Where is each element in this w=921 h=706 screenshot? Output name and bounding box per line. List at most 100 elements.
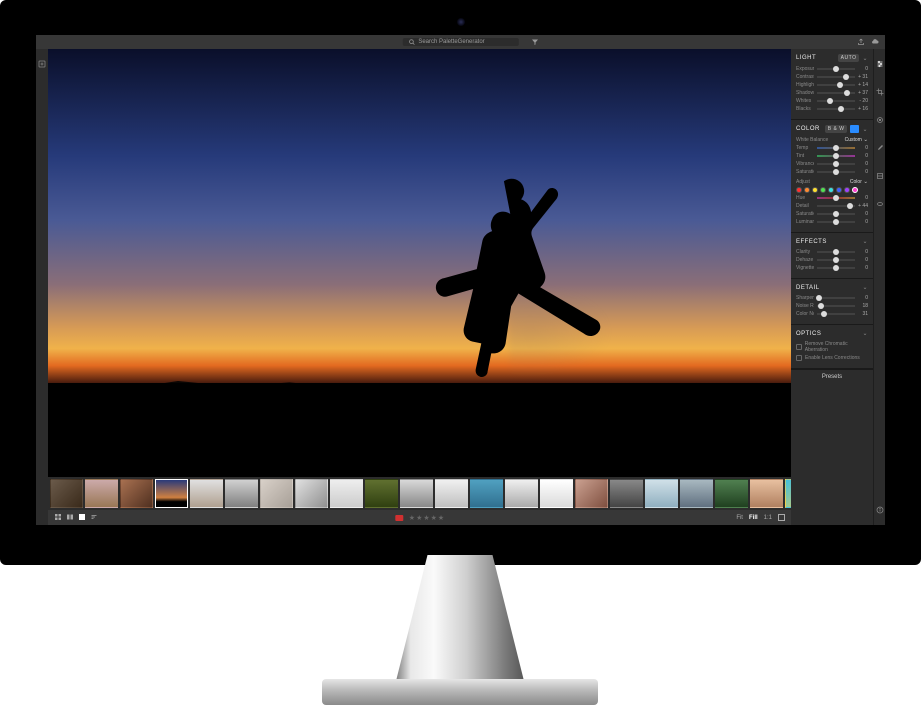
chromatic-aberration-checkbox[interactable]: Remove Chromatic Aberration bbox=[796, 341, 868, 353]
color-slider[interactable]: Tint0 bbox=[796, 153, 868, 159]
filmstrip-thumb[interactable] bbox=[260, 479, 293, 508]
hsl-slider[interactable]: Luminance0 bbox=[796, 219, 868, 225]
filmstrip-thumb[interactable] bbox=[330, 479, 363, 508]
light-slider[interactable]: Whites- 20 bbox=[796, 98, 868, 104]
photo-canvas[interactable] bbox=[48, 49, 791, 477]
filmstrip-thumb[interactable] bbox=[470, 479, 503, 508]
auto-button[interactable]: AUTO bbox=[838, 54, 860, 62]
color-slider[interactable]: Saturation0 bbox=[796, 169, 868, 175]
add-photo-icon[interactable] bbox=[38, 55, 46, 73]
chevron-down-icon[interactable]: ⌄ bbox=[862, 330, 868, 337]
photo-silhouette bbox=[397, 165, 620, 400]
zoom-fill[interactable]: Fill bbox=[749, 515, 758, 521]
star-4[interactable]: ★ bbox=[431, 514, 437, 522]
brush-icon[interactable] bbox=[876, 139, 884, 157]
grid-view-icon[interactable] bbox=[54, 513, 62, 523]
slider-label: Vibrance bbox=[796, 161, 814, 167]
search-input[interactable]: Search PaletteGenerator bbox=[402, 38, 518, 46]
slider-value: 0 bbox=[858, 145, 868, 151]
filmstrip-thumb[interactable] bbox=[120, 479, 153, 508]
chevron-down-icon[interactable]: ⌄ bbox=[862, 55, 868, 62]
detail-slider[interactable]: Noise Reduction18 bbox=[796, 303, 868, 309]
crop-icon[interactable] bbox=[876, 83, 884, 101]
color-swatch[interactable] bbox=[852, 187, 858, 193]
color-swatch[interactable] bbox=[836, 187, 842, 193]
light-slider[interactable]: Contrast+ 31 bbox=[796, 74, 868, 80]
bw-button[interactable]: B & W bbox=[825, 125, 848, 133]
light-slider[interactable]: Exposure0 bbox=[796, 66, 868, 72]
zoom-1-1[interactable]: 1:1 bbox=[764, 515, 772, 521]
cloud-sync-icon[interactable] bbox=[871, 33, 879, 51]
filmstrip-thumb[interactable] bbox=[400, 479, 433, 508]
hsl-slider[interactable]: Detail+ 44 bbox=[796, 203, 868, 209]
color-swatch[interactable] bbox=[804, 187, 810, 193]
color-swatch[interactable] bbox=[828, 187, 834, 193]
filmstrip-thumb[interactable] bbox=[575, 479, 608, 508]
filmstrip-thumb[interactable] bbox=[190, 479, 223, 508]
zoom-fit[interactable]: Fit bbox=[736, 515, 743, 521]
heal-brush-icon[interactable] bbox=[876, 111, 884, 129]
filmstrip-thumb[interactable] bbox=[680, 479, 713, 508]
star-3[interactable]: ★ bbox=[423, 514, 429, 522]
filmstrip-thumb[interactable] bbox=[540, 479, 573, 508]
filmstrip-thumb[interactable] bbox=[155, 479, 188, 508]
sort-icon[interactable] bbox=[90, 513, 98, 523]
share-icon[interactable] bbox=[857, 33, 865, 51]
color-swatch[interactable] bbox=[820, 187, 826, 193]
light-slider[interactable]: Blacks+ 16 bbox=[796, 106, 868, 112]
zoom-frame-icon[interactable] bbox=[778, 514, 785, 521]
radial-gradient-icon[interactable] bbox=[876, 195, 884, 213]
slider-label: Saturation bbox=[796, 169, 814, 175]
light-slider[interactable]: Shadows+ 37 bbox=[796, 90, 868, 96]
lens-corrections-checkbox[interactable]: Enable Lens Corrections bbox=[796, 355, 868, 361]
filmstrip-thumb[interactable] bbox=[645, 479, 678, 508]
effects-slider[interactable]: Vignette0 bbox=[796, 265, 868, 271]
linear-gradient-icon[interactable] bbox=[876, 167, 884, 185]
detail-slider[interactable]: Sharpening0 bbox=[796, 295, 868, 301]
filmstrip-thumb[interactable] bbox=[295, 479, 328, 508]
chevron-down-icon[interactable]: ⌄ bbox=[862, 284, 868, 291]
star-rating[interactable]: ★★★★★ bbox=[409, 514, 444, 522]
color-swatch[interactable] bbox=[844, 187, 850, 193]
color-slider[interactable]: Temp0 bbox=[796, 145, 868, 151]
slider-label: Blacks bbox=[796, 106, 814, 112]
compare-view-icon[interactable] bbox=[66, 513, 74, 523]
checkbox-icon bbox=[796, 355, 802, 361]
filmstrip-thumb[interactable] bbox=[50, 479, 83, 508]
color-slider[interactable]: Vibrance0 bbox=[796, 161, 868, 167]
right-rail bbox=[873, 49, 885, 525]
slider-value: + 44 bbox=[858, 203, 868, 209]
filmstrip[interactable] bbox=[48, 477, 791, 510]
filmstrip-thumb[interactable] bbox=[505, 479, 538, 508]
filmstrip-thumb[interactable] bbox=[435, 479, 468, 508]
filmstrip-thumb[interactable] bbox=[610, 479, 643, 508]
filmstrip-thumb[interactable] bbox=[365, 479, 398, 508]
hsl-slider[interactable]: Saturation0 bbox=[796, 211, 868, 217]
chevron-down-icon[interactable]: ⌄ bbox=[862, 126, 868, 133]
light-slider[interactable]: Highlights+ 14 bbox=[796, 82, 868, 88]
detail-view-icon[interactable] bbox=[78, 513, 86, 523]
filmstrip-thumb[interactable] bbox=[715, 479, 748, 508]
color-mode-indicator[interactable] bbox=[850, 125, 859, 133]
detail-slider[interactable]: Color Noise Reduction31 bbox=[796, 311, 868, 317]
effects-slider[interactable]: Dehaze0 bbox=[796, 257, 868, 263]
edit-sliders-icon[interactable] bbox=[876, 55, 884, 73]
filmstrip-thumb[interactable] bbox=[750, 479, 783, 508]
chevron-down-icon[interactable]: ⌄ bbox=[862, 238, 868, 245]
star-5[interactable]: ★ bbox=[438, 514, 444, 522]
star-2[interactable]: ★ bbox=[416, 514, 422, 522]
color-swatch[interactable] bbox=[812, 187, 818, 193]
presets-button[interactable]: Presets bbox=[791, 369, 873, 383]
star-1[interactable]: ★ bbox=[409, 514, 415, 522]
adjust-dropdown[interactable]: Color ⌄ bbox=[850, 179, 868, 185]
adjust-label: Adjust bbox=[796, 179, 810, 185]
flag-button[interactable] bbox=[395, 515, 403, 521]
effects-slider[interactable]: Clarity0 bbox=[796, 249, 868, 255]
info-icon[interactable] bbox=[876, 501, 884, 519]
hsl-slider[interactable]: Hue0 bbox=[796, 195, 868, 201]
slider-value: 0 bbox=[858, 249, 868, 255]
filmstrip-thumb[interactable] bbox=[225, 479, 258, 508]
color-swatch[interactable] bbox=[796, 187, 802, 193]
filmstrip-thumb[interactable] bbox=[85, 479, 118, 508]
white-balance-dropdown[interactable]: Custom ⌄ bbox=[845, 137, 868, 143]
